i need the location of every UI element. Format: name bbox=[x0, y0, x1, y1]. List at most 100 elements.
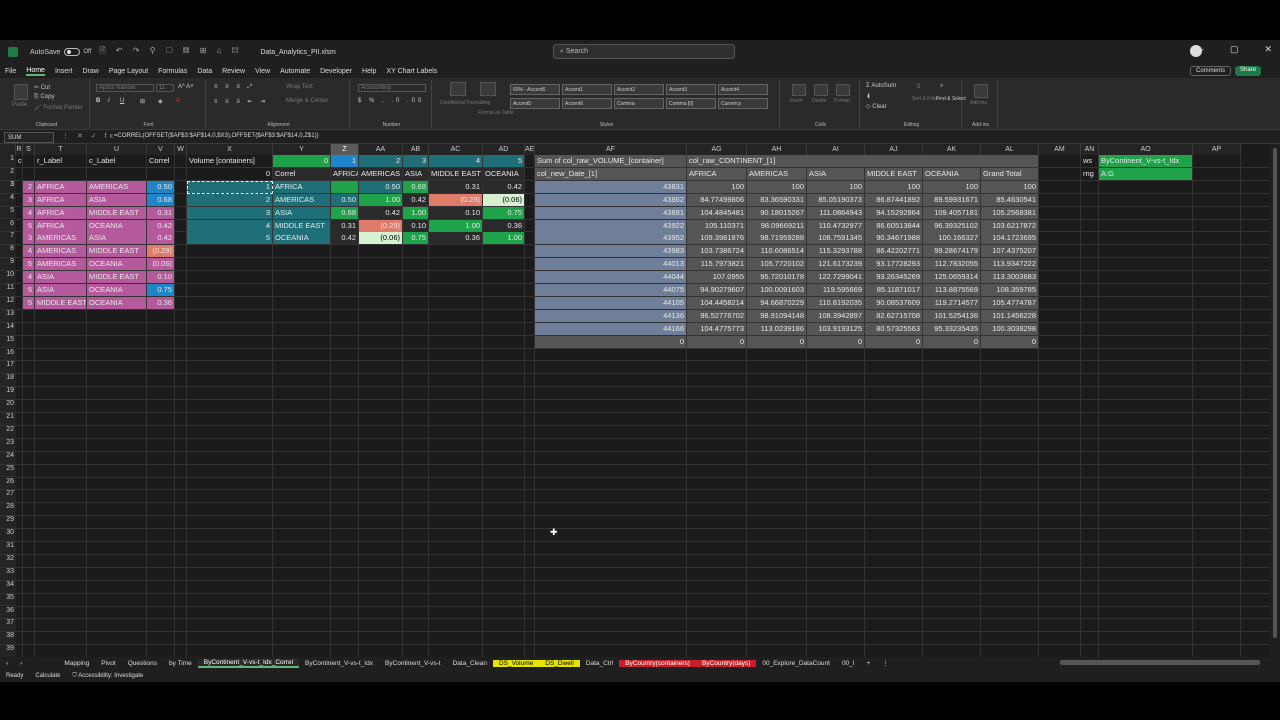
column-header-t[interactable]: T bbox=[35, 144, 87, 155]
select-all-corner[interactable] bbox=[0, 144, 16, 155]
left-correl-value[interactable]: (0.06) bbox=[147, 258, 174, 271]
autosave-toggle[interactable] bbox=[64, 48, 81, 56]
pivot-date[interactable]: 44105 bbox=[535, 296, 686, 309]
row-header-36[interactable]: 36 bbox=[0, 606, 16, 620]
pivot-value[interactable]: 85.11871017 bbox=[865, 284, 922, 296]
conditional-formatting-icon[interactable] bbox=[450, 82, 466, 96]
left-c-label[interactable]: OCEANIA bbox=[87, 296, 146, 309]
pivot-header[interactable]: OCEANIA bbox=[923, 167, 980, 180]
row-header-13[interactable]: 13 bbox=[0, 309, 16, 323]
pivot-value[interactable]: 86.60513844 bbox=[865, 219, 922, 232]
row-header-18[interactable]: 18 bbox=[0, 374, 16, 388]
pivot-corner-label[interactable]: Sum of col_raw_VOLUME_[container] bbox=[535, 155, 686, 167]
pivot-header[interactable]: AFRICA bbox=[687, 167, 746, 180]
quick-access-toolbar[interactable]: 🗎 ↶ ↷ ⚲ ▢ ▦ ⊞ ⌂ ▤ bbox=[99, 45, 242, 59]
pivot-value[interactable]: 99.28674179 bbox=[923, 245, 980, 258]
left-col-index[interactable]: 4 bbox=[23, 245, 34, 258]
matrix-index-4[interactable]: 4 bbox=[429, 155, 482, 167]
sheet-tab-1[interactable]: Pivot bbox=[95, 660, 121, 667]
horizontal-align-icons[interactable]: ≡ ≡ ≡ ⇤ ⇥ bbox=[214, 98, 268, 105]
delete-cells-icon[interactable] bbox=[814, 84, 828, 96]
left-c-label[interactable]: MIDDLE EAST bbox=[87, 206, 146, 219]
pivot-date[interactable]: 43922 bbox=[535, 219, 686, 232]
paste-icon[interactable] bbox=[14, 84, 28, 100]
autosum-button[interactable]: Σ AutoSum bbox=[866, 83, 896, 89]
matrix-cell[interactable]: 0.42 bbox=[331, 232, 358, 245]
bold-icon[interactable]: B bbox=[96, 98, 100, 104]
pivot-value[interactable]: 100 bbox=[747, 180, 806, 193]
font-color-icon[interactable]: A bbox=[176, 98, 180, 104]
matrix-cell[interactable]: 0.68 bbox=[331, 206, 358, 219]
row-header-29[interactable]: 29 bbox=[0, 516, 16, 530]
pivot-value[interactable]: 100.0091603 bbox=[747, 284, 806, 296]
left-c-label[interactable]: ASIA bbox=[87, 193, 146, 206]
close-icon[interactable]: ✕ bbox=[1264, 44, 1272, 55]
formula-input[interactable]: =CORREL(OFFSET($AF$3:$AF$14,0,$X3),OFFSE… bbox=[114, 133, 319, 139]
pivot-date[interactable]: 44044 bbox=[535, 271, 686, 284]
row-header-32[interactable]: 32 bbox=[0, 554, 16, 568]
merge-center-button[interactable]: Merge & Center bbox=[286, 98, 328, 104]
pivot-value[interactable]: 100.3038298 bbox=[981, 322, 1038, 335]
matrix-cell[interactable]: 0.42 bbox=[403, 193, 428, 206]
column-header-ah[interactable]: AH bbox=[747, 144, 807, 155]
row-header-15[interactable]: 15 bbox=[0, 335, 16, 349]
matrix-row-label[interactable]: AFRICA bbox=[273, 180, 330, 193]
pivot-value[interactable]: 119.2714577 bbox=[923, 296, 980, 309]
addins-icon[interactable] bbox=[974, 84, 988, 98]
left-col-index[interactable]: 5 bbox=[23, 219, 34, 232]
cell-style-3[interactable]: Accent3 bbox=[666, 84, 716, 95]
pivot-value[interactable]: 86.87441892 bbox=[865, 193, 922, 206]
row-header-6[interactable]: 6 bbox=[0, 219, 16, 233]
header-correl[interactable]: Correl bbox=[147, 155, 174, 167]
pivot-value[interactable]: 95.72010178 bbox=[747, 271, 806, 284]
left-correl-value[interactable]: 0.75 bbox=[147, 284, 174, 296]
font-size-select[interactable]: 11 bbox=[156, 84, 174, 92]
left-r-label[interactable]: AMERICAS bbox=[35, 245, 86, 258]
pivot-value[interactable]: 94.90279607 bbox=[687, 284, 746, 296]
rng-label[interactable]: rng bbox=[1081, 168, 1098, 180]
matrix-index-2[interactable]: 2 bbox=[359, 155, 402, 167]
italic-icon[interactable]: I bbox=[108, 98, 110, 104]
sheet-tab-12[interactable]: ByCountry(days) bbox=[695, 659, 757, 667]
header-c-label[interactable]: c_Label bbox=[87, 155, 146, 167]
matrix-cell[interactable]: 0.50 bbox=[359, 180, 402, 193]
copy-button[interactable]: ⎘ Copy bbox=[34, 94, 54, 101]
pivot-value[interactable]: 89.59931671 bbox=[923, 193, 980, 206]
search-box[interactable]: ⌕ Search bbox=[553, 44, 735, 59]
menu-review[interactable]: Review bbox=[222, 68, 245, 75]
pivot-value[interactable]: 108.359785 bbox=[981, 284, 1038, 296]
row-header-37[interactable]: 37 bbox=[0, 619, 16, 633]
sheet-tab-7[interactable]: Data_Clean bbox=[447, 660, 493, 667]
pivot-value[interactable]: 95.33235435 bbox=[923, 322, 980, 335]
row-header-4[interactable]: 4 bbox=[0, 193, 16, 207]
matrix-row-label[interactable]: MIDDLE EAST bbox=[273, 219, 330, 232]
row-header-31[interactable]: 31 bbox=[0, 542, 16, 555]
sheet-tab-13[interactable]: 00_Explore_DataCount bbox=[756, 660, 836, 667]
left-col-index[interactable]: 5 bbox=[23, 258, 34, 271]
left-r-label[interactable]: MIDDLE EAST bbox=[35, 296, 86, 309]
left-col-index[interactable]: 3 bbox=[23, 232, 34, 245]
column-header-ai[interactable]: AI bbox=[807, 144, 865, 155]
pivot-value[interactable]: 0 bbox=[981, 335, 1038, 348]
matrix-index-5[interactable]: 5 bbox=[483, 155, 524, 167]
left-col-index[interactable]: 5 bbox=[23, 284, 34, 296]
matrix-cell[interactable]: 1.00 bbox=[403, 206, 428, 219]
cell-style-8[interactable]: Comma [0] bbox=[666, 98, 716, 109]
pivot-date[interactable]: 43891 bbox=[535, 206, 686, 219]
font-name-select[interactable]: Aptos Narrow bbox=[96, 84, 154, 92]
left-col-index[interactable]: 4 bbox=[23, 206, 34, 219]
matrix-cell[interactable] bbox=[331, 180, 358, 193]
matrix-col-label[interactable]: ASIA bbox=[403, 167, 428, 180]
pivot-value[interactable]: 83.36590331 bbox=[747, 193, 806, 206]
sheet-tab-10[interactable]: Data_Ctrl bbox=[580, 660, 619, 667]
cell-style-9[interactable]: Currency bbox=[718, 98, 768, 109]
pivot-value[interactable]: 105.110371 bbox=[687, 219, 746, 232]
matrix-cell[interactable]: 0.75 bbox=[483, 206, 524, 219]
matrix-header-label[interactable]: Correl bbox=[273, 167, 330, 180]
row-header-17[interactable]: 17 bbox=[0, 361, 16, 375]
menu-data[interactable]: Data bbox=[197, 68, 212, 75]
left-correl-value[interactable]: 0.42 bbox=[147, 219, 174, 232]
menu-developer[interactable]: Developer bbox=[320, 68, 352, 75]
matrix-cell[interactable]: 0.50 bbox=[331, 193, 358, 206]
matrix-cell[interactable]: 0.31 bbox=[331, 219, 358, 232]
